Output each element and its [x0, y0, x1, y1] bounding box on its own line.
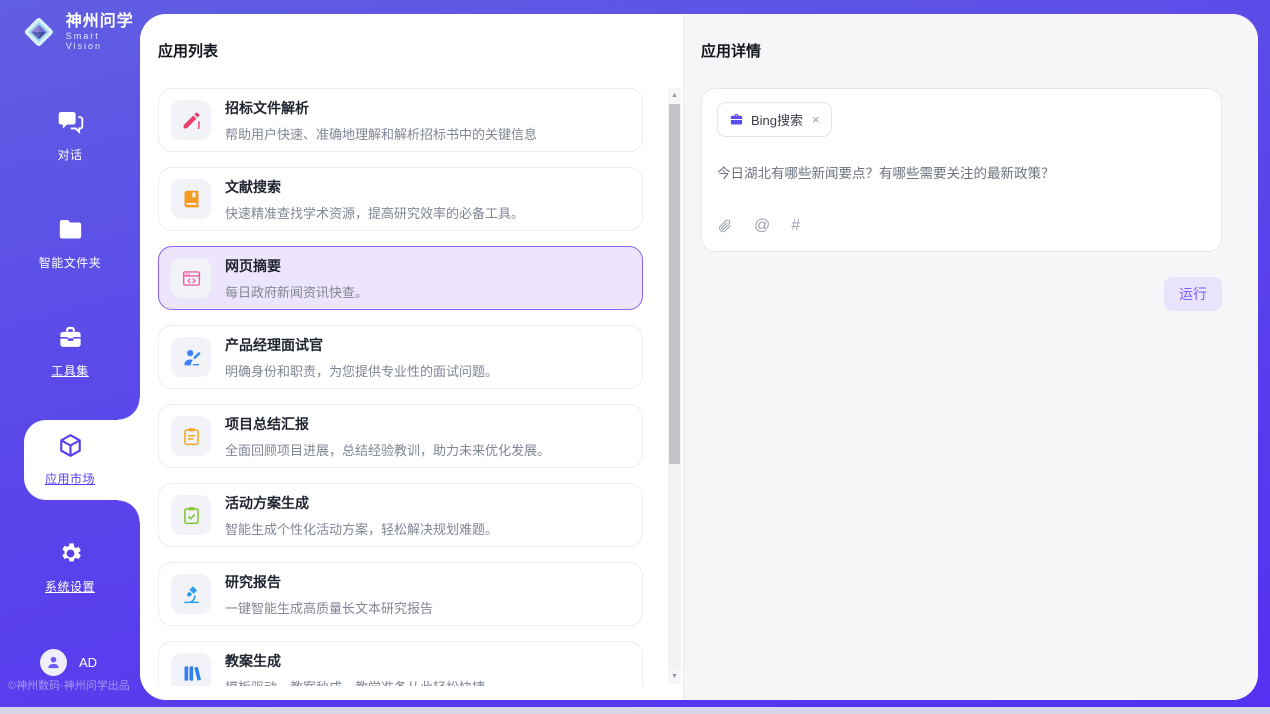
toolbox-icon: [57, 324, 84, 351]
app-item-description: 一键智能生成高质量长文本研究报告: [225, 598, 433, 617]
app-detail-title: 应用详情: [701, 40, 1222, 61]
app-list-item[interactable]: 产品经理面试官明确身份和职责，为您提供专业性的面试问题。: [158, 325, 643, 389]
app-list-item[interactable]: 招标文件解析帮助用户快速、准确地理解和解析招标书中的关键信息: [158, 88, 643, 152]
app-item-name: 产品经理面试官: [225, 335, 498, 355]
sidebar-item-label: 应用市场: [0, 470, 140, 487]
paperclip-icon[interactable]: [717, 218, 733, 234]
briefcase-icon: [729, 112, 744, 127]
app-item-description: 模板驱动，教案秒成，教学准备从此轻松快捷: [225, 677, 485, 687]
app-item-name: 招标文件解析: [225, 98, 537, 118]
cube-icon: [57, 432, 84, 459]
edit-square-icon: [171, 100, 211, 140]
sidebar-item-label: 智能文件夹: [0, 254, 140, 271]
app-logo: 神州问学 Smart Vision: [20, 13, 140, 51]
app-item-name: 教案生成: [225, 651, 485, 671]
copyright-footer: ©神州数码·神州问学出品: [8, 677, 130, 693]
query-text-input[interactable]: 今日湖北有哪些新闻要点？有哪些需要关注的最新政策？: [717, 162, 1206, 217]
app-item-description: 快速精准查找学术资源，提高研究效率的必备工具。: [225, 203, 524, 222]
app-list-item[interactable]: 文献搜索快速精准查找学术资源，提高研究效率的必备工具。: [158, 167, 643, 231]
user-row[interactable]: AD: [40, 649, 97, 676]
attachment-toolbar: @ #: [717, 217, 1206, 238]
app-item-description: 智能生成个性化活动方案，轻松解决规划难题。: [225, 519, 498, 538]
app-item-description: 明确身份和职责，为您提供专业性的面试问题。: [225, 361, 498, 380]
chat-icon: [57, 108, 84, 135]
app-list-item[interactable]: 教案生成模板驱动，教案秒成，教学准备从此轻松快捷: [158, 641, 643, 686]
app-item-name: 文献搜索: [225, 177, 524, 197]
app-list-item[interactable]: 研究报告一键智能生成高质量长文本研究报告: [158, 562, 643, 626]
app-list-item[interactable]: 网页摘要每日政府新闻资讯快查。: [158, 246, 643, 310]
sidebar-item-settings[interactable]: 系统设置: [0, 540, 140, 595]
app-item-description: 每日政府新闻资讯快查。: [225, 282, 368, 301]
bottom-edge-strip: [0, 707, 1270, 714]
avatar[interactable]: [40, 649, 67, 676]
app-item-name: 项目总结汇报: [225, 414, 550, 434]
logo-title: 神州问学: [66, 13, 140, 31]
prompt-card: Bing搜索 × 今日湖北有哪些新闻要点？有哪些需要关注的最新政策？ @ #: [701, 88, 1222, 252]
gem-logo-icon: [20, 13, 58, 51]
gear-icon: [57, 540, 84, 567]
sidebar-item-market[interactable]: 应用市场: [0, 432, 140, 487]
tool-chip-label: Bing搜索: [751, 110, 803, 129]
sidebar-item-label: 对话: [0, 146, 140, 163]
hash-topic-icon[interactable]: #: [791, 217, 800, 235]
app-item-name: 活动方案生成: [225, 493, 498, 513]
app-detail-panel: 应用详情 Bing搜索 × 今日湖北有哪些新闻要点？有哪些需要关注的最新政策？ …: [683, 14, 1258, 700]
sidebar-item-folders[interactable]: 智能文件夹: [0, 216, 140, 271]
sidebar-item-label: 工具集: [0, 362, 140, 379]
app-item-description: 帮助用户快速、准确地理解和解析招标书中的关键信息: [225, 124, 537, 143]
tool-chip-bing-search[interactable]: Bing搜索 ×: [717, 102, 832, 137]
books-icon: [171, 653, 211, 686]
scrollbar-up-button[interactable]: ▲: [668, 88, 681, 103]
chip-close-icon[interactable]: ×: [812, 112, 820, 127]
sidebar-item-chat[interactable]: 对话: [0, 108, 140, 163]
app-list-item[interactable]: 活动方案生成智能生成个性化活动方案，轻松解决规划难题。: [158, 483, 643, 547]
scrollbar[interactable]: ▲ ▼: [668, 88, 681, 684]
microscope-icon: [171, 574, 211, 614]
sidebar-item-tools[interactable]: 工具集: [0, 324, 140, 379]
logo-subtitle: Smart Vision: [66, 31, 140, 51]
folder-icon: [57, 216, 84, 243]
clipboard-check-icon: [171, 495, 211, 535]
main-frame: 应用列表 招标文件解析帮助用户快速、准确地理解和解析招标书中的关键信息文献搜索快…: [140, 14, 1258, 700]
app-list-panel: 应用列表 招标文件解析帮助用户快速、准确地理解和解析招标书中的关键信息文献搜索快…: [140, 14, 683, 700]
interviewer-icon: [171, 337, 211, 377]
scrollbar-thumb[interactable]: [669, 104, 680, 464]
scrollbar-down-button[interactable]: ▼: [668, 669, 681, 684]
sidebar: 神州问学 Smart Vision 对话智能文件夹工具集应用市场系统设置 AD …: [0, 0, 140, 707]
user-name: AD: [79, 655, 97, 670]
sidebar-item-label: 系统设置: [0, 578, 140, 595]
app-list-title: 应用列表: [158, 40, 683, 61]
app-item-name: 网页摘要: [225, 256, 368, 276]
run-button[interactable]: 运行: [1164, 277, 1222, 311]
browser-code-icon: [171, 258, 211, 298]
at-mention-icon[interactable]: @: [754, 217, 770, 235]
app-item-description: 全面回顾项目进展，总结经验教训，助力未来优化发展。: [225, 440, 550, 459]
app-item-name: 研究报告: [225, 572, 433, 592]
app-list-item[interactable]: 项目总结汇报全面回顾项目进展，总结经验教训，助力未来优化发展。: [158, 404, 643, 468]
app-list: 招标文件解析帮助用户快速、准确地理解和解析招标书中的关键信息文献搜索快速精准查找…: [158, 88, 683, 686]
book-icon: [171, 179, 211, 219]
clipboard-text-icon: [171, 416, 211, 456]
